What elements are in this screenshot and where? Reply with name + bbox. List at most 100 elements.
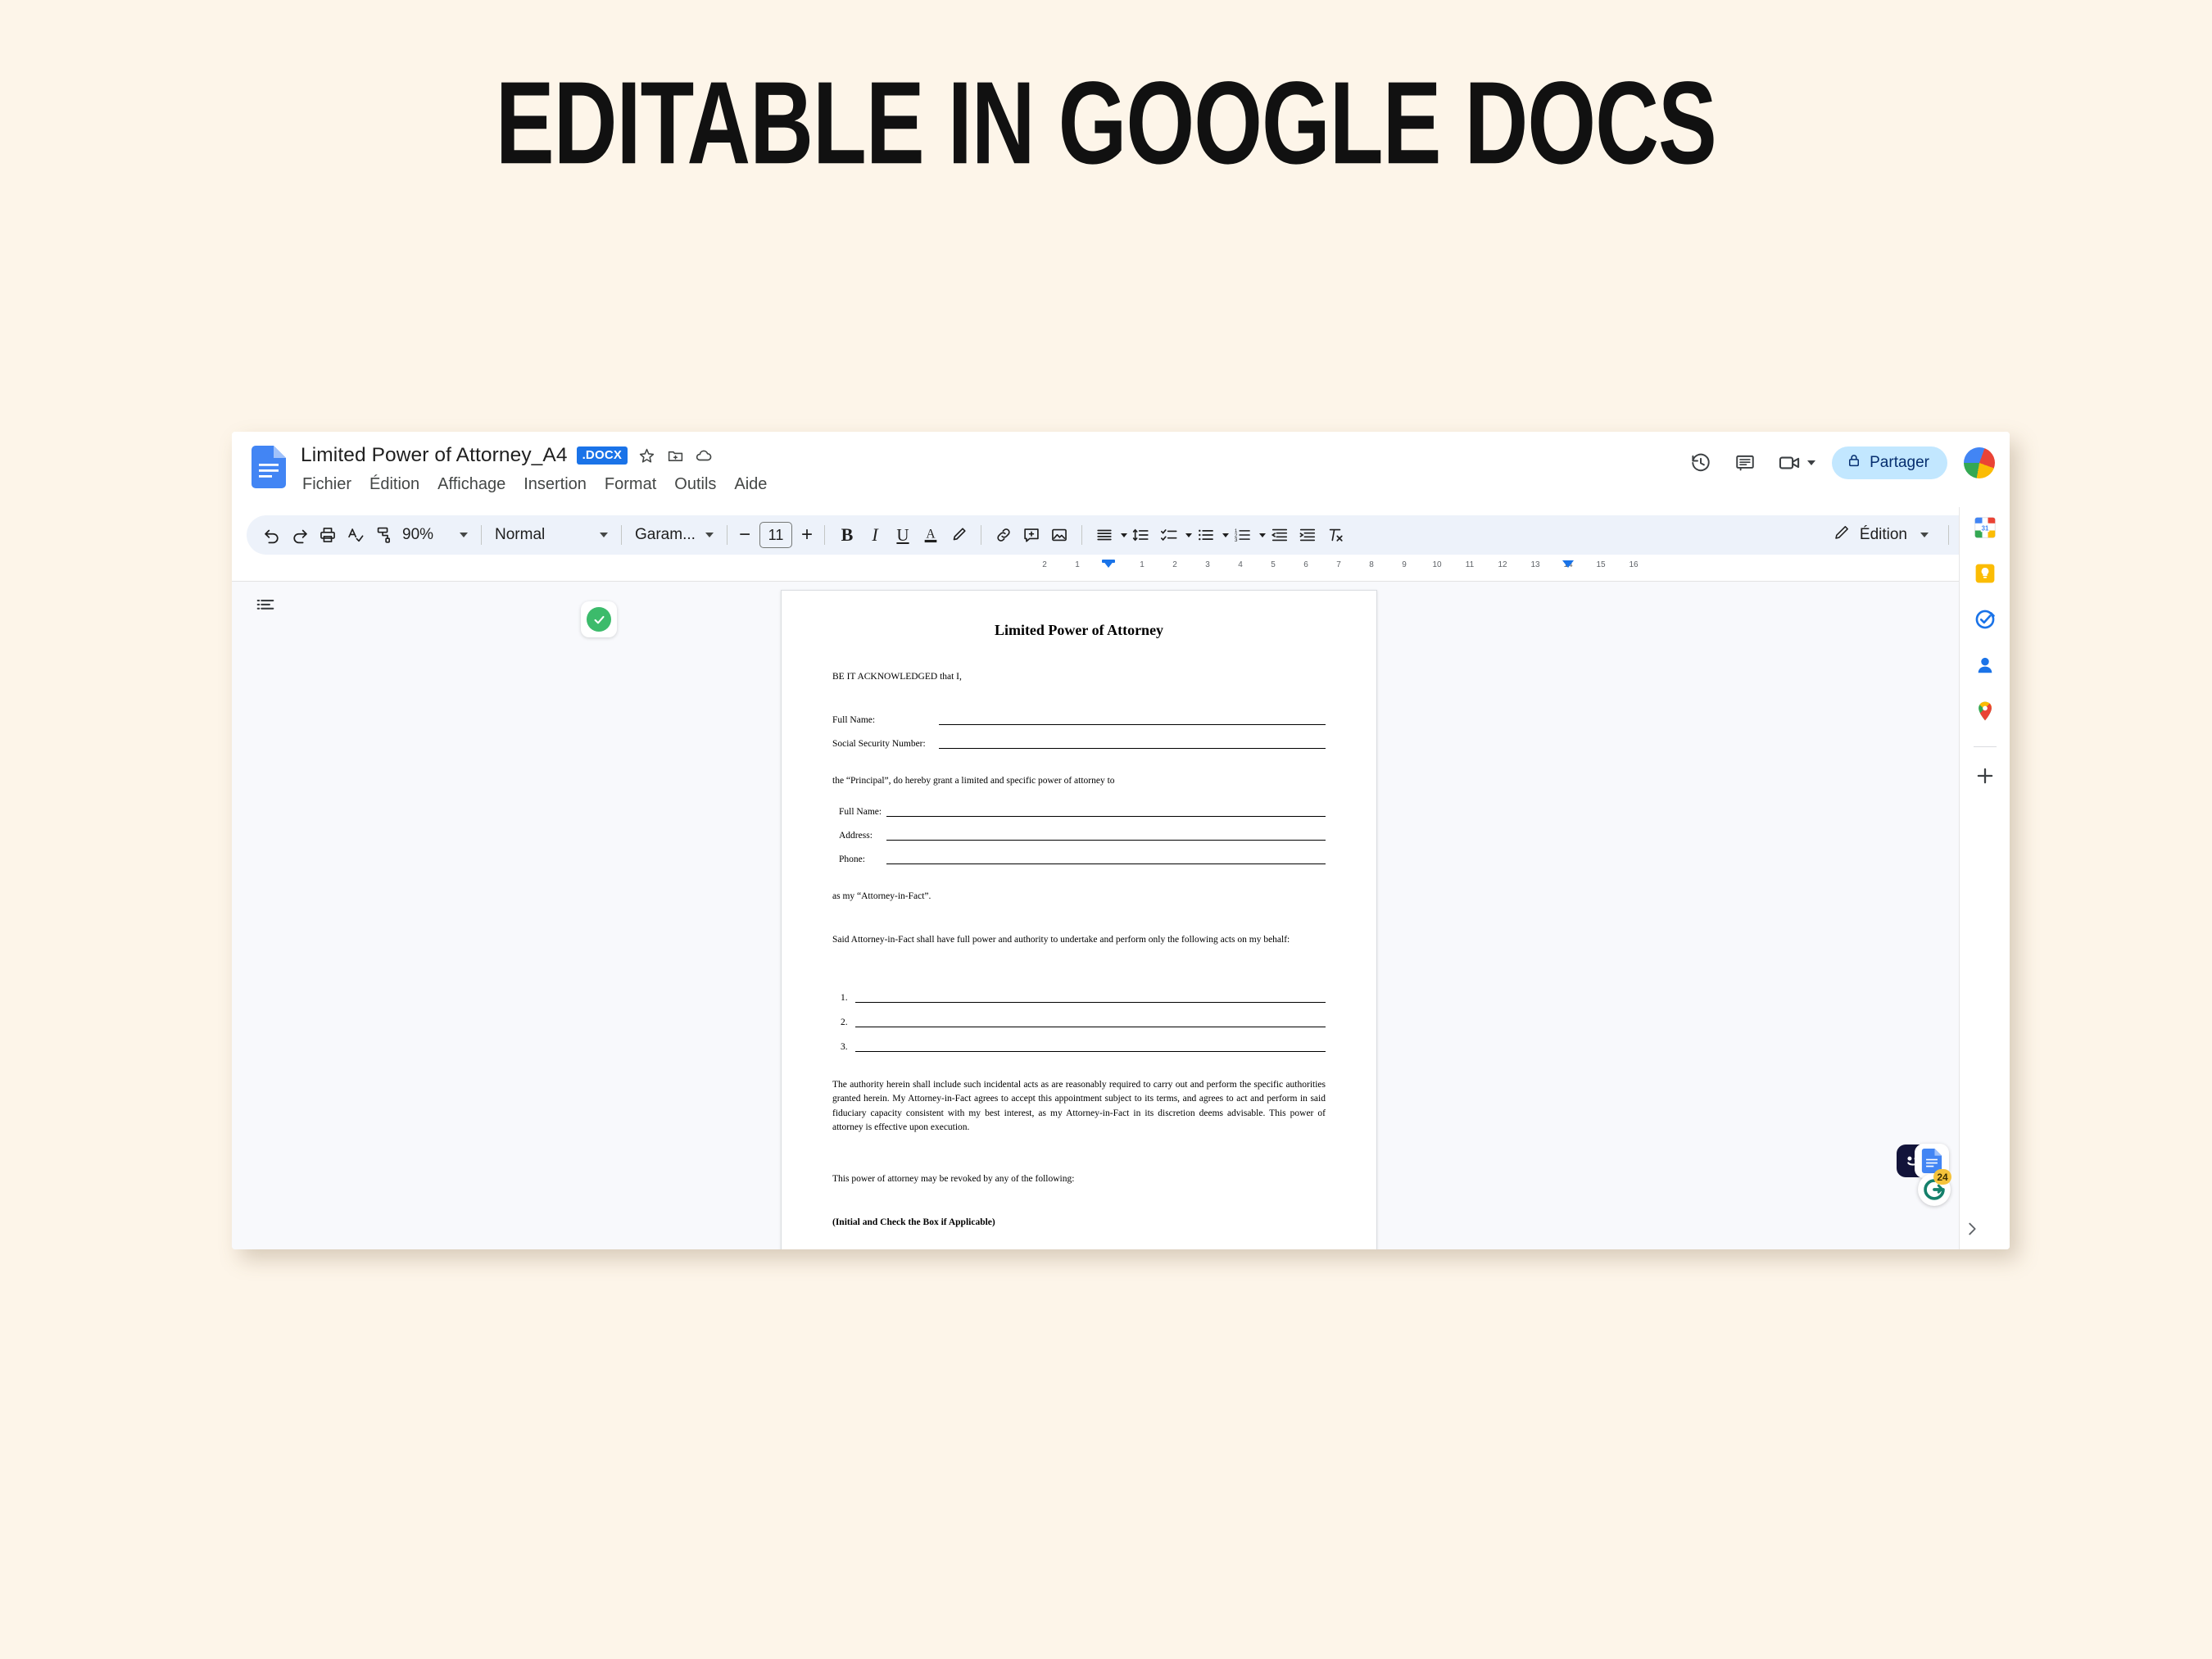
title-block: Limited Power of Attorney_A4 .DOCX Fichi… [301, 442, 767, 494]
video-call-icon[interactable] [1775, 449, 1803, 477]
ruler-number: 10 [1432, 560, 1442, 569]
share-button[interactable]: Partager [1832, 446, 1947, 479]
side-panel: 31 [1959, 507, 2010, 1249]
chevron-down-icon [1222, 533, 1229, 537]
right-indent-marker[interactable] [1562, 560, 1574, 568]
paragraph-style-value: Normal [495, 526, 546, 543]
ruler-number: 9 [1402, 560, 1407, 569]
field-blank-line[interactable] [886, 829, 1326, 841]
ruler[interactable]: 2 1 1 2 3 4 5 6 7 8 9 10 11 12 13 14 15 … [232, 560, 2010, 582]
left-margin-bar[interactable] [1102, 560, 1115, 563]
initial-heading: (Initial and Check the Box if Applicable… [832, 1217, 995, 1228]
font-family-select[interactable]: Garam... [630, 521, 718, 549]
document-page[interactable]: Limited Power of Attorney BE IT ACKNOWLE… [781, 590, 1377, 1249]
font-size-decrease-button[interactable]: − [736, 525, 754, 545]
menu-format[interactable]: Format [605, 475, 656, 494]
principal-ssn-row: Social Security Number: [832, 737, 1326, 750]
menu-edition[interactable]: Édition [369, 475, 419, 494]
comment-icon[interactable] [1731, 449, 1759, 477]
divider [727, 525, 728, 545]
document-title[interactable]: Limited Power of Attorney_A4 [301, 444, 568, 467]
avatar[interactable] [1964, 447, 1995, 478]
paint-format-icon[interactable] [369, 521, 397, 549]
bold-button[interactable]: B [833, 521, 861, 549]
version-history-icon[interactable] [1687, 449, 1715, 477]
agent-phone-row: Phone: [832, 853, 1326, 864]
titlebar: Limited Power of Attorney_A4 .DOCX Fichi… [232, 432, 2010, 515]
font-size-increase-button[interactable]: + [798, 525, 816, 545]
field-blank-line[interactable] [855, 1016, 1326, 1027]
ruler-number: 1 [1140, 560, 1145, 569]
bulleted-list-button[interactable] [1192, 521, 1229, 549]
authority-paragraph: The authority herein shall include such … [832, 1080, 1326, 1132]
ruler-number: 2 [1172, 560, 1177, 569]
zoom-select[interactable]: 90% [397, 521, 473, 549]
menu-affichage[interactable]: Affichage [437, 475, 505, 494]
grammarly-check-icon[interactable] [581, 601, 617, 637]
pencil-icon [1834, 524, 1850, 546]
checklist-button[interactable] [1155, 521, 1192, 549]
add-comment-icon[interactable] [1018, 521, 1045, 549]
chevron-right-icon[interactable] [1961, 1218, 1983, 1240]
video-call-button[interactable] [1775, 449, 1816, 477]
google-contacts-icon[interactable] [1971, 651, 1999, 679]
chevron-down-icon[interactable] [1807, 460, 1816, 465]
power-item-row: 2. [832, 1016, 1326, 1027]
divider [1973, 746, 1997, 747]
google-maps-icon[interactable] [1971, 697, 1999, 725]
menu-insertion[interactable]: Insertion [524, 475, 587, 494]
redo-icon[interactable] [286, 521, 314, 549]
text-color-button[interactable]: A [917, 521, 945, 549]
menu-outils[interactable]: Outils [674, 475, 716, 494]
clear-formatting-icon[interactable] [1321, 521, 1349, 549]
paragraph-style-select[interactable]: Normal [490, 521, 613, 549]
ruler-number: 16 [1629, 560, 1639, 569]
italic-button[interactable]: I [861, 521, 889, 549]
ruler-number: 3 [1205, 560, 1210, 569]
ruler-number: 6 [1303, 560, 1308, 569]
decrease-indent-icon[interactable] [1266, 521, 1294, 549]
undo-icon[interactable] [258, 521, 286, 549]
insert-link-icon[interactable] [990, 521, 1018, 549]
editing-mode-select[interactable]: Édition [1825, 524, 1937, 546]
increase-indent-icon[interactable] [1294, 521, 1321, 549]
underline-button[interactable]: U [889, 521, 917, 549]
svg-text:3: 3 [1235, 537, 1238, 543]
divider [824, 525, 825, 545]
chevron-down-icon [460, 533, 468, 537]
print-icon[interactable] [314, 521, 342, 549]
google-keep-icon[interactable] [1971, 560, 1999, 587]
line-spacing-icon[interactable] [1127, 521, 1155, 549]
spellcheck-icon[interactable] [342, 521, 369, 549]
field-blank-line[interactable] [855, 1040, 1326, 1052]
highlight-pen-icon[interactable] [945, 521, 972, 549]
field-blank-line[interactable] [886, 805, 1326, 817]
add-addon-button[interactable] [1971, 762, 1999, 790]
menu-fichier[interactable]: Fichier [302, 475, 351, 494]
field-label: Address: [839, 830, 873, 841]
ruler-number: 2 [1042, 560, 1047, 569]
insert-image-icon[interactable] [1045, 521, 1073, 549]
google-calendar-icon[interactable]: 31 [1971, 514, 1999, 542]
chevron-down-icon [1121, 533, 1127, 537]
cloud-saved-icon[interactable] [694, 446, 714, 465]
field-blank-line[interactable] [939, 737, 1326, 750]
numbered-list-button[interactable]: 1 2 3 [1229, 521, 1266, 549]
field-blank-line[interactable] [855, 991, 1326, 1003]
star-icon[interactable] [637, 446, 656, 465]
revocation-intro: This power of attorney may be revoked by… [832, 1174, 1075, 1184]
field-blank-line[interactable] [886, 853, 1326, 864]
google-tasks-icon[interactable] [1971, 605, 1999, 633]
menu-aide[interactable]: Aide [734, 475, 767, 494]
ruler-number: 7 [1336, 560, 1341, 569]
svg-text:31: 31 [1981, 525, 1988, 533]
google-docs-window: Limited Power of Attorney_A4 .DOCX Fichi… [232, 432, 2010, 1249]
google-docs-icon[interactable] [252, 446, 286, 488]
powers-intro-paragraph: Said Attorney-in-Fact shall have full po… [832, 934, 1290, 945]
align-button[interactable] [1090, 521, 1127, 549]
field-label: Phone: [839, 854, 865, 864]
move-to-folder-icon[interactable] [665, 446, 685, 465]
field-blank-line[interactable] [939, 714, 1326, 726]
font-size-input[interactable]: 11 [759, 522, 792, 548]
document-outline-icon[interactable] [255, 595, 276, 620]
